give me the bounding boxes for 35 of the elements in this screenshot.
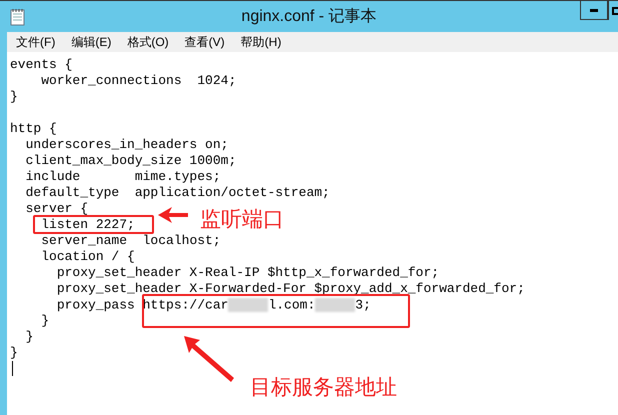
code-line: default_type application/octet-stream; (26, 187, 330, 199)
window-title: nginx.conf - 记事本 (241, 6, 377, 26)
code-line: worker_connections 1024; (41, 75, 236, 87)
menu-item[interactable]: 查看(V) (182, 33, 228, 51)
code-line: } (10, 347, 18, 359)
text-editor[interactable] (7, 52, 618, 415)
code-line: underscores_in_headers on; (26, 139, 228, 151)
code-line: server { (26, 203, 88, 215)
menu-item[interactable]: 文件(F) (13, 33, 58, 51)
code-line: proxy_set_header X-Real-IP $http_x_forwarded_for; (56, 267, 440, 279)
annotation-label: 目标服务器地址 (250, 375, 397, 401)
minimize-button[interactable] (580, 1, 608, 20)
code-line: include mime.types; (26, 171, 221, 183)
code-line: } (41, 315, 50, 327)
notepad-icon (10, 8, 26, 26)
menu-item[interactable]: 编辑(E) (68, 33, 114, 51)
blurred-text (228, 298, 268, 312)
code-line: client_max_body_size 1000m; (26, 155, 236, 167)
arrow-icon (184, 336, 234, 382)
maximize-button[interactable] (608, 1, 618, 20)
code-line: proxy_pass https://car l.com: 3; (56, 298, 371, 312)
code-line: events { (10, 59, 72, 71)
code-line: } (26, 331, 34, 343)
code-line: location / { (41, 251, 135, 263)
code-line: } (10, 91, 18, 103)
annotation-label: 监听端口 (200, 207, 284, 233)
code-line: server_name localhost; (41, 235, 221, 247)
menu-item[interactable]: 帮助(H) (238, 33, 284, 51)
code-line: proxy_set_header X-Forwarded-For $proxy_add_x_forwarded_for; (56, 283, 525, 295)
code-line: listen 2227; (41, 219, 135, 231)
menu-item[interactable]: 格式(O) (124, 33, 172, 51)
text-cursor (12, 361, 13, 376)
arrow-icon (158, 207, 188, 223)
blurred-text (315, 298, 356, 312)
code-line: http { (10, 123, 57, 135)
